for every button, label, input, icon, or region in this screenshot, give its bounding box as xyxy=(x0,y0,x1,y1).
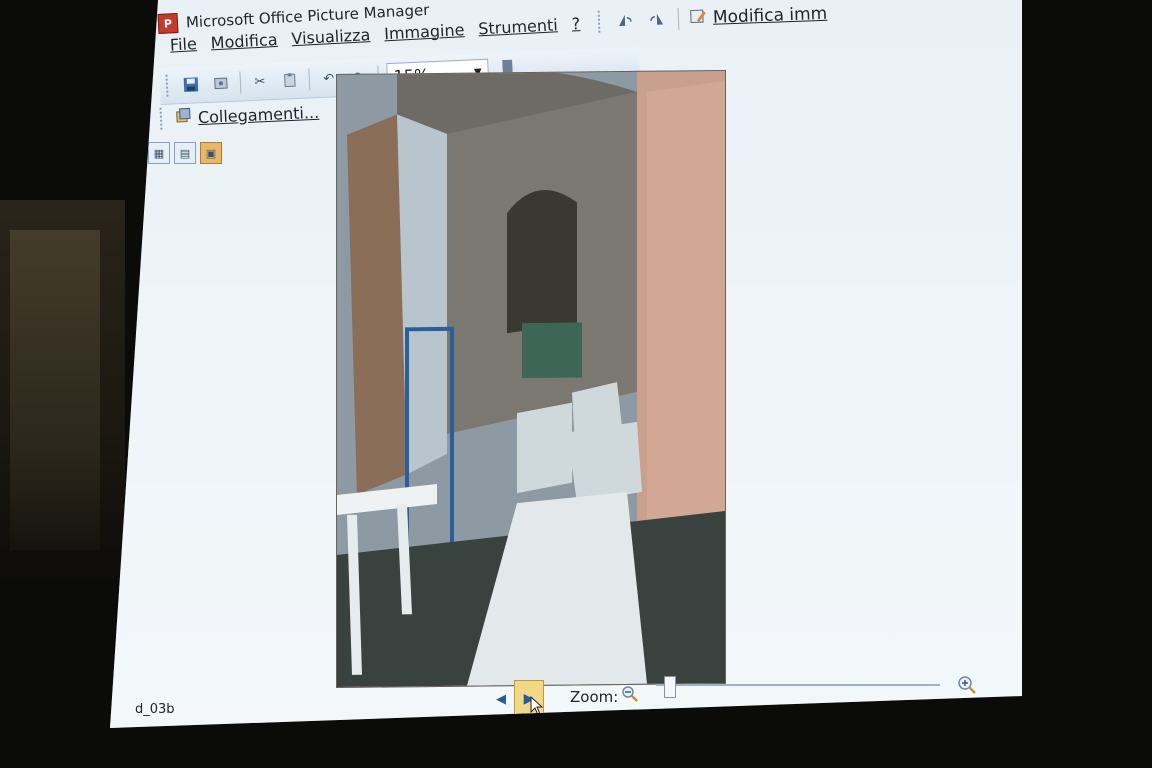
mouse-cursor-icon xyxy=(530,696,544,716)
zoom-slider-track[interactable] xyxy=(656,684,940,686)
zoom-slider-thumb[interactable] xyxy=(664,676,677,698)
view-switcher: ▦ ▤ ▣ xyxy=(148,138,268,168)
menu-edit[interactable]: Modifica xyxy=(210,29,278,51)
current-picture xyxy=(336,69,726,689)
links-button[interactable]: Collegamenti... xyxy=(174,101,320,129)
room-background-left xyxy=(0,200,125,580)
picture-toolbar: Modifica imm xyxy=(591,0,1012,40)
menu-file[interactable]: File xyxy=(169,34,197,54)
toolbar-separator xyxy=(677,7,680,30)
shortcut-links-icon xyxy=(174,106,193,129)
edit-pictures-label: Modifica imm xyxy=(712,3,828,28)
thumbnail-view-icon[interactable]: ▦ xyxy=(148,142,170,164)
previous-arrow-icon[interactable]: ◀ xyxy=(492,690,510,708)
menu-view[interactable]: Visualizza xyxy=(291,25,371,48)
menu-picture[interactable]: Immagine xyxy=(384,20,465,43)
cut-icon[interactable]: ✂ xyxy=(248,70,271,93)
room-light-patch xyxy=(10,230,100,550)
picture-content xyxy=(337,70,725,688)
rotate-left-icon[interactable] xyxy=(614,9,637,32)
file-name: d_03b xyxy=(135,702,175,717)
projected-screen: P Microsoft Office Picture Manager File … xyxy=(110,0,1022,728)
zoom-label: Zoom: xyxy=(570,688,619,706)
paste-icon[interactable] xyxy=(278,69,301,92)
single-picture-view-icon[interactable]: ▣ xyxy=(200,142,222,164)
edit-pictures-button[interactable]: Modifica imm xyxy=(689,2,828,30)
toolbar-grip[interactable] xyxy=(159,107,167,130)
toolbar-grip[interactable] xyxy=(597,10,605,33)
toolbar-separator xyxy=(308,68,311,91)
menu-help[interactable]: ? xyxy=(571,14,580,33)
toolbar-grip[interactable] xyxy=(165,74,173,97)
filmstrip-view-icon[interactable]: ▤ xyxy=(174,142,196,164)
toolbar-separator xyxy=(239,71,242,94)
properties-icon[interactable] xyxy=(209,72,232,95)
menu-tools[interactable]: Strumenti xyxy=(478,15,558,38)
save-icon[interactable] xyxy=(179,73,202,96)
zoom-in-icon[interactable] xyxy=(956,674,978,696)
rotate-right-icon[interactable] xyxy=(646,8,669,31)
zoom-out-icon[interactable] xyxy=(620,684,640,704)
links-label: Collegamenti... xyxy=(197,102,320,127)
status-bar: d_03b ◀ ▶ Zoom: xyxy=(110,670,1022,718)
edit-pictures-icon xyxy=(689,6,708,30)
